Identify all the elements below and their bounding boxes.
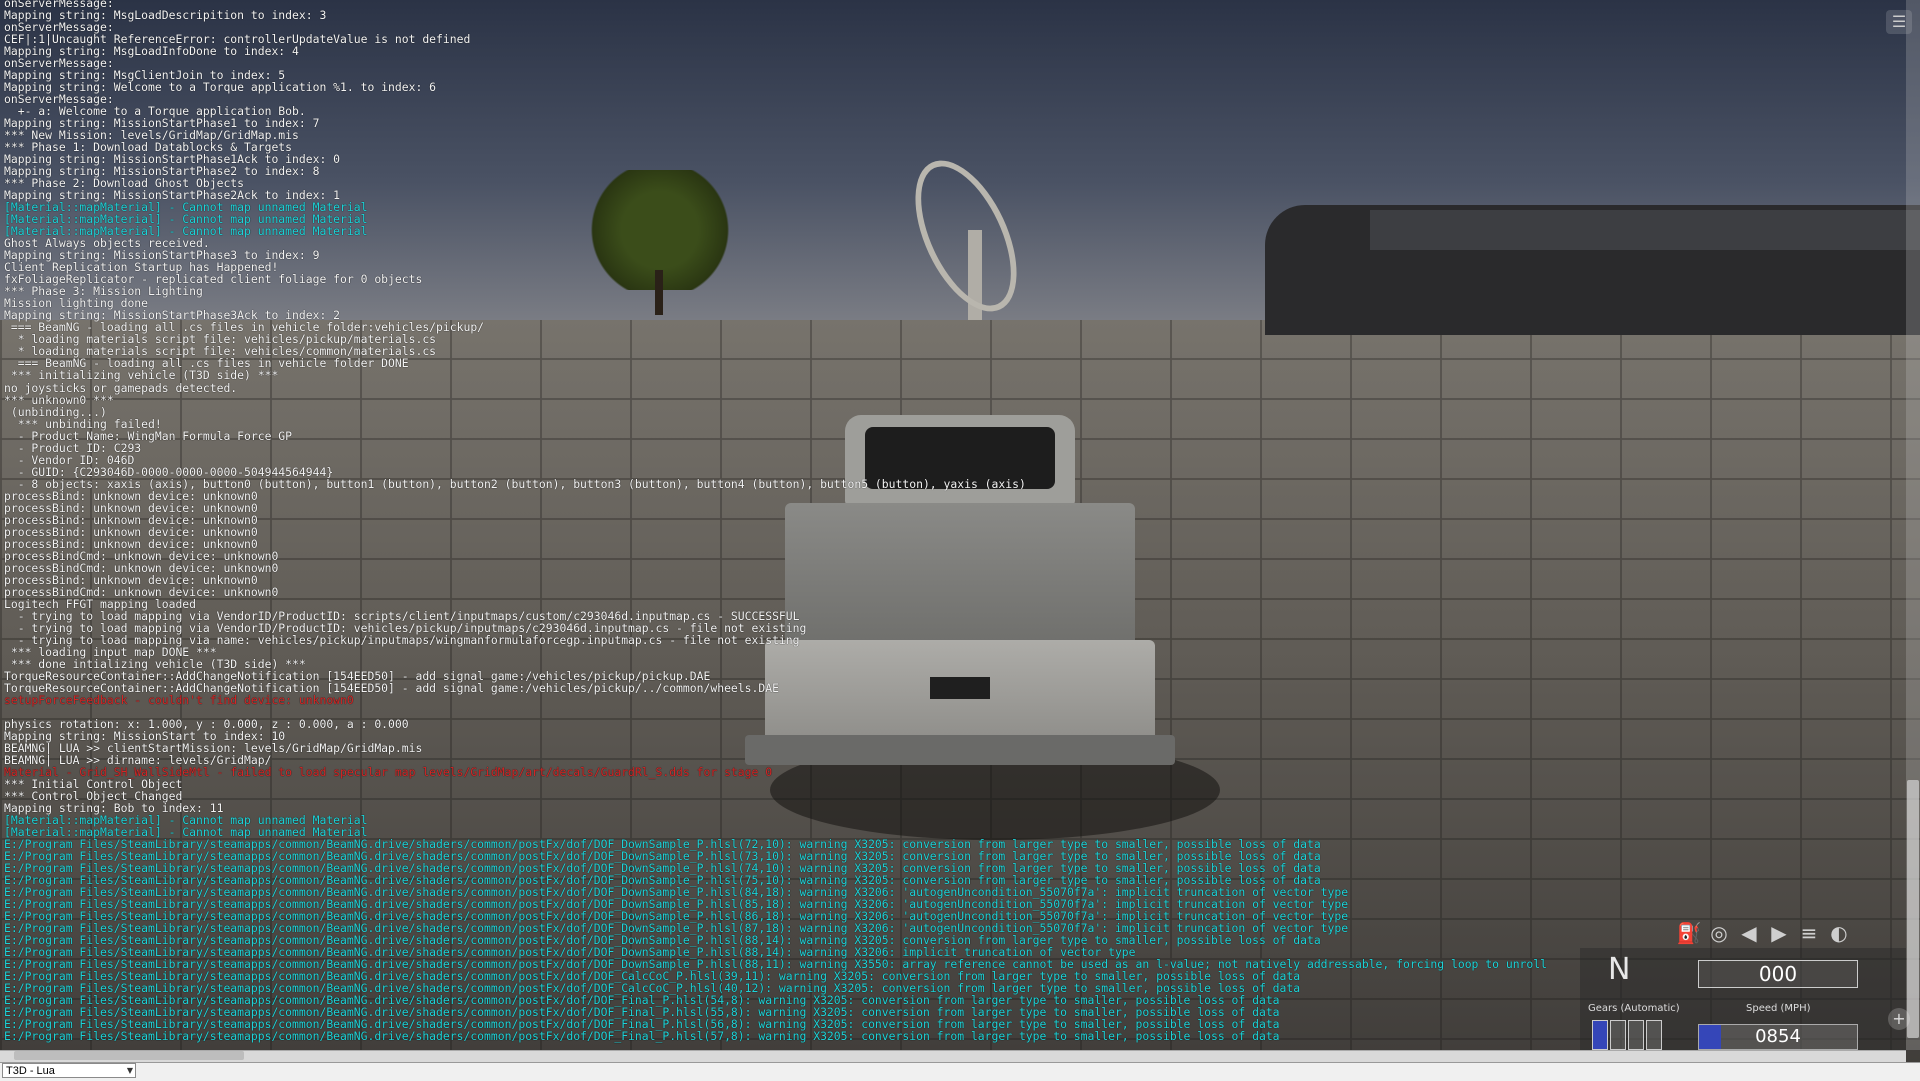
gear-bar-2 [1610,1020,1626,1050]
console-log-line: - 8 objects: xaxis (axis), button0 (butt… [4,476,1026,491]
console-log-line: Mapping string: MsgLoadInfoDone to index… [4,44,299,59]
console-log-line: processBindCmd: unknown device: unknown0 [4,584,279,599]
console-log-line: (unbinding...) [4,404,107,419]
console-log-line: processBind: unknown device: unknown0 [4,500,258,515]
console-log-line: processBindCmd: unknown device: unknown0 [4,560,279,575]
console-log-line: - Product ID: C293 [4,440,142,455]
console-log-line: processBind: unknown device: unknown0 [4,512,258,527]
console-log-line: - trying to load mapping via name: vehic… [4,632,800,647]
console-vertical-scroll-thumb[interactable] [1907,780,1919,1038]
console-log-line: *** initializing vehicle (T3D side) *** [4,368,279,383]
abs-icon: ◎ [1710,921,1728,945]
gear-indicator: N [1608,952,1631,987]
console-log-line: - GUID: {C293046D-0000-0000-0000-5049445… [4,464,334,479]
gears-label: Gears (Automatic) [1588,1003,1680,1014]
console-horizontal-scroll-thumb[interactable] [14,1051,244,1060]
console-log-line: - Vendor ID: 046D [4,452,135,467]
console-log-line: processBind: unknown device: unknown0 [4,488,258,503]
speed-readout: 000 [1698,960,1858,988]
console-log-line: *** Initial Control Object [4,777,183,792]
console-log-line: Mapping string: MsgLoadDescripition to i… [4,8,327,23]
console-log-line: no joysticks or gamepads detected. [4,380,238,395]
console-log-line: E:/Program Files/SteamLibrary/steamapps/… [4,1029,1280,1044]
hud-indicator-row: ⛽ ◎ ◀ ▶ ≡ ◐ [1676,920,1852,946]
right-arrow-icon: ▶ [1771,921,1787,945]
console-log-line: processBindCmd: unknown device: unknown0 [4,548,279,563]
console-log-line: *** Control Object Changed [4,789,183,804]
rpm-readout: 0854 [1698,1024,1858,1050]
console-log-line: fxFoliageReplicator - replicated client … [4,272,423,287]
console-log-line: - Product Name: WingMan Formula Force GP [4,428,293,443]
console-log-line: processBind: unknown device: unknown0 [4,536,258,551]
fuel-icon: ⛽ [1676,921,1702,945]
brake-warning-icon: ◐ [1830,921,1848,945]
console-log-line: processBind: unknown device: unknown0 [4,524,258,539]
console-log: onServerMessage: Mapping string: MsgLoadD… [0,0,1580,1047]
gear-bar-4 [1646,1020,1662,1050]
console-log-line: Material - Grid_SH_WallSideMtl - failed … [4,765,773,779]
console-log-line: processBind: unknown device: unknown0 [4,572,258,587]
console-log-line: Logitech FFGT mapping loaded [4,596,197,611]
console-window[interactable]: onServerMessage: Mapping string: MsgLoadD… [0,0,1908,1050]
console-log-line: *** unbinding failed! [4,416,162,431]
console-command-input[interactable] [140,1063,1918,1078]
chevron-down-icon[interactable]: ▼ [124,1063,136,1078]
console-log-line: *** unknown0 *** [4,392,114,407]
speed-label: Speed (MPH) [1746,1003,1811,1014]
gear-bar-3 [1628,1020,1644,1050]
console-log-line: setupForceFeedback - couldn't find devic… [4,692,354,707]
console-log-line: - trying to load mapping via VendorID/Pr… [4,608,800,623]
console-log-line: [Material::mapMaterial] - Cannot map unn… [4,224,368,239]
headlight-icon: ≡ [1800,921,1818,945]
left-arrow-icon: ◀ [1741,921,1757,945]
console-mode-select[interactable]: T3D - Lua [2,1063,136,1078]
gear-bar-1 [1592,1020,1608,1050]
add-app-button[interactable]: + [1888,1008,1910,1030]
console-log-line: *** Phase 3: Mission Lighting [4,284,203,299]
console-log-line: Mapping string: Welcome to a Torque appl… [4,80,437,95]
